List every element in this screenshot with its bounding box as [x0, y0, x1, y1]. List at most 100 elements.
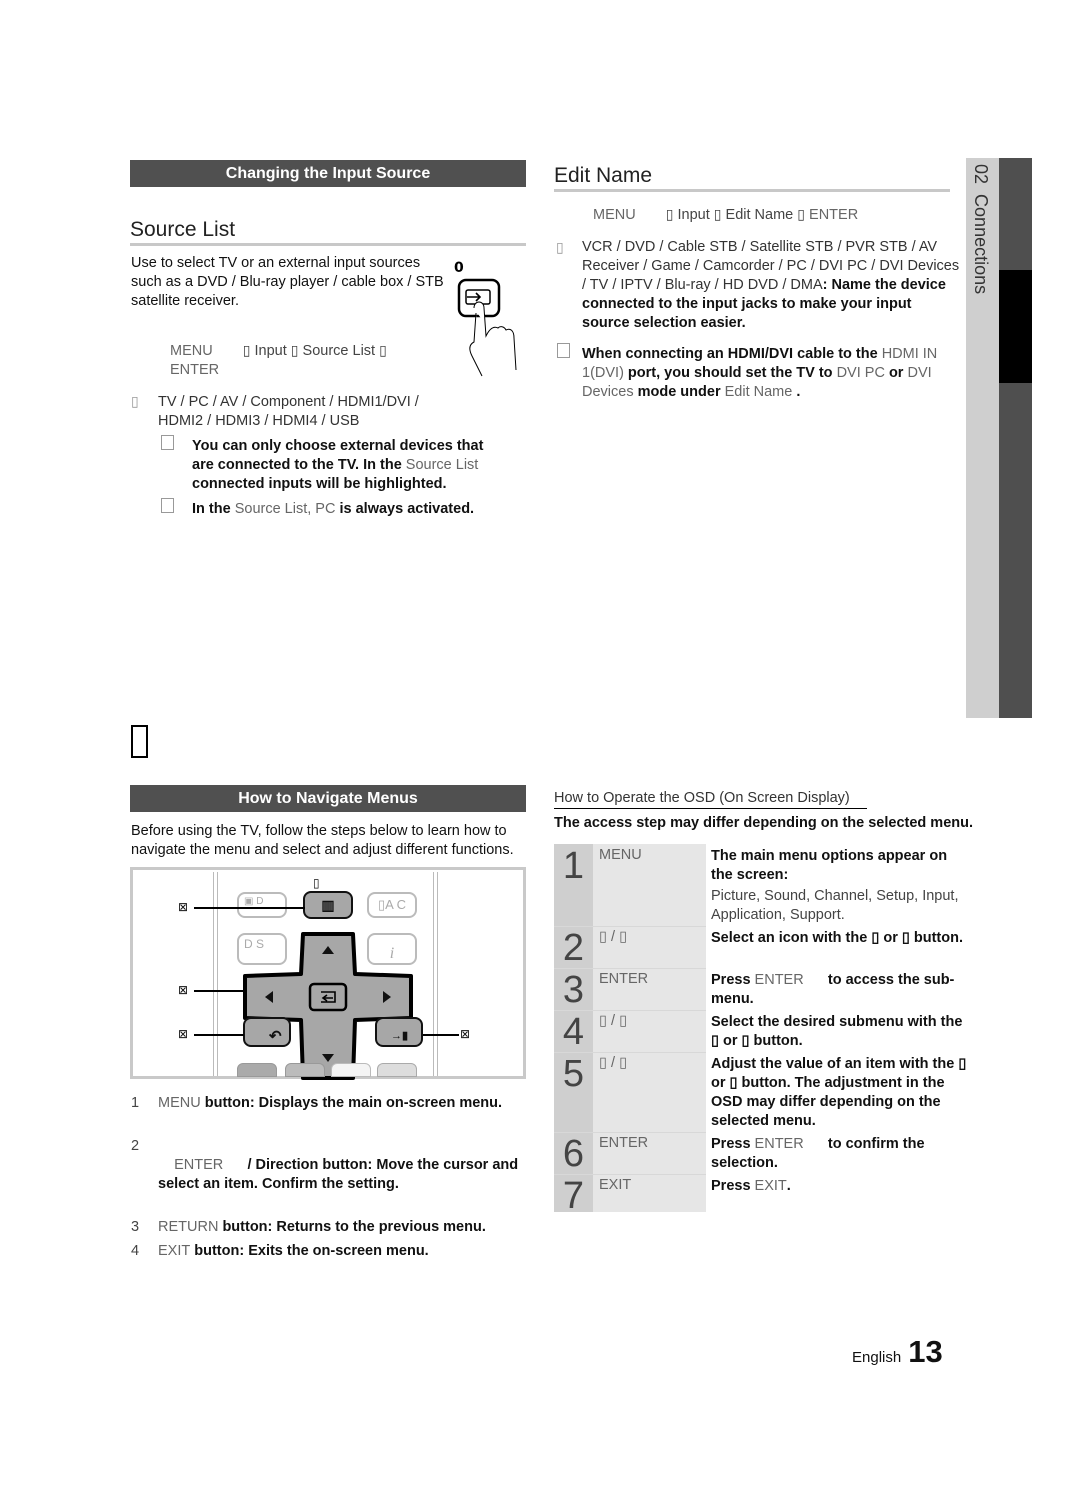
osd-step-description: Press EXIT.: [711, 1177, 971, 1196]
enter-button: [308, 982, 348, 1012]
source-list-menu-path: MENU ▯ Input ▯ Source List ▯ ENTER: [170, 341, 430, 380]
osd-row-divider: [554, 1052, 706, 1053]
source-list-intro: Use to select TV or an external input so…: [131, 255, 444, 309]
osd-step-key: ENTER: [599, 1135, 649, 1151]
list-text: button: Exits the on-screen menu.: [190, 1243, 429, 1259]
remote-green-button: [285, 1063, 325, 1077]
section-bar-changing-input: Changing the Input Source: [130, 160, 526, 187]
osd-step-term: EXIT: [754, 1178, 787, 1194]
list-number: 4: [131, 1243, 140, 1259]
remote-menu-button[interactable]: ▥: [303, 891, 353, 919]
path-source-list: Source List: [302, 343, 376, 359]
path-enter: ENTER: [809, 207, 859, 223]
callout-3-marker: ⊠: [178, 1027, 189, 1041]
osd-step-description: The main menu options appear on the scre…: [711, 847, 971, 925]
osd-step-text: Press ENTER to access the sub-menu.: [711, 971, 971, 1009]
osd-step-row: 5 ▯ / ▯ Adjust the value of an item with t…: [554, 1052, 974, 1132]
note-text: mode under: [633, 384, 725, 400]
heading-rule: [130, 243, 526, 246]
bullet-icon: ▯: [556, 239, 564, 255]
note-term: DVI PC: [836, 365, 885, 381]
osd-intro: The access step may differ depending on …: [554, 815, 974, 831]
path-separator-icon: ▯: [290, 342, 299, 358]
note-text: .: [792, 384, 801, 400]
osd-step-number: 2: [562, 927, 585, 969]
osd-step-number: 5: [562, 1053, 585, 1095]
path-separator-icon: ▯: [713, 206, 722, 222]
osd-step-text: Press ENTER to confirm the selection.: [711, 1135, 971, 1173]
note-term: Source List, PC: [234, 501, 336, 517]
chapter-tab-active: [999, 270, 1032, 383]
source-options-list: TV / PC / AV / Component / HDMI1/DVI / H…: [158, 393, 419, 431]
note-text: When connecting an HDMI/DVI cable to the: [582, 346, 882, 362]
remote-top-glyph: ▯: [313, 876, 320, 890]
osd-step-row: 1 MENU The main menu options appear on the…: [554, 844, 974, 926]
list-number: 2: [131, 1138, 140, 1154]
osd-step-subtext: Picture, Sound, Channel, Setup, Input, A…: [711, 888, 959, 923]
source-options-line1: TV / PC / AV / Component / HDMI1/DVI /: [158, 394, 419, 410]
callout-2-marker: ⊠: [178, 983, 189, 997]
source-button-hand-illustration: 0: [454, 260, 517, 377]
list-item: 4 EXIT button: Exits the on-screen menu.: [131, 1242, 531, 1261]
button-description-list: 1 MENU button: Displays the main on-scre…: [131, 1094, 531, 1261]
osd-step-key: ENTER: [599, 971, 649, 987]
osd-step-row: 4 ▯ / ▯ Select the desired submenu with th…: [554, 1010, 974, 1053]
osd-step-row: 2 ▯ / ▯ Select an icon with the ▯ or ▯ but…: [554, 926, 974, 969]
list-text: button: Returns to the previous menu.: [218, 1219, 486, 1235]
list-key: EXIT: [158, 1243, 191, 1259]
osd-step-number: 6: [562, 1133, 585, 1175]
list-number: 3: [131, 1219, 140, 1235]
heading-edit-name: Edit Name: [554, 164, 653, 187]
list-item: 1 MENU button: Displays the main on-scre…: [131, 1094, 531, 1113]
list-item: 3 RETURN button: Returns to the previous…: [131, 1218, 531, 1237]
edit-name-devices: VCR / DVD / Cable STB / Satellite STB / …: [582, 238, 960, 333]
note-icon: [161, 498, 174, 513]
osd-row-divider: [554, 1132, 706, 1133]
callout-4-line: [423, 1034, 459, 1036]
path-menu: MENU: [593, 207, 636, 223]
osd-step-key: EXIT: [599, 1177, 632, 1193]
note-text: is always activated.: [335, 501, 475, 517]
page-footer: English 13: [852, 1334, 943, 1370]
osd-step-text: Select the desired submenu with the ▯ or…: [711, 1014, 963, 1049]
osd-step-text: The main menu options appear on the scre…: [711, 848, 948, 883]
remote-exit-button[interactable]: →▮: [375, 1017, 423, 1047]
osd-step-key: ▯ / ▯: [599, 1013, 628, 1029]
osd-step-description: Select an icon with the ▯ or ▯ button.: [711, 929, 971, 948]
note-text: port, you should set the TV to: [623, 365, 837, 381]
osd-step-description: Adjust the value of an item with the ▯ o…: [711, 1055, 971, 1131]
osd-subheading: How to Operate the OSD (On Screen Displa…: [554, 790, 867, 809]
navigate-intro: Before using the TV, follow the steps be…: [131, 823, 514, 858]
note-external-devices: You can only choose external devices tha…: [192, 437, 502, 494]
edit-name-menu-path: MENU ▯ Input ▯ Edit Name ▯ ENTER: [593, 206, 858, 223]
osd-step-number: 4: [562, 1011, 585, 1053]
osd-row-divider: [554, 968, 706, 969]
remote-blue-button: [377, 1063, 417, 1077]
remote-rail: [437, 872, 438, 1076]
remote-return-button[interactable]: ↶: [243, 1017, 291, 1047]
section-bar-navigate-menus: How to Navigate Menus: [130, 785, 526, 812]
note-icon: [161, 435, 174, 450]
osd-step-number: 1: [562, 845, 585, 887]
osd-step-text-part: .: [786, 1178, 791, 1194]
callout-2-line: [194, 990, 246, 992]
osd-step-text: Adjust the value of an item with the ▯ o…: [711, 1056, 967, 1129]
osd-step-key: MENU: [599, 847, 642, 863]
button-label: ▣ D: [244, 896, 264, 907]
osd-row-divider: [554, 926, 706, 927]
list-number: 1: [131, 1095, 140, 1111]
button-label: ▯A C: [377, 897, 407, 912]
remote-button-faded: ▣ D: [237, 892, 287, 918]
path-edit-name: Edit Name: [725, 207, 794, 223]
source-label-glyph: 0: [454, 260, 464, 276]
remote-yellow-button: [331, 1063, 371, 1077]
note-text: In the: [192, 501, 235, 517]
remote-rail: [213, 872, 214, 1076]
callout-4-marker: ⊠: [460, 1027, 471, 1041]
path-separator-icon: ▯: [242, 342, 251, 358]
path-enter: ENTER: [170, 362, 220, 378]
remote-direction-pad[interactable]: [243, 932, 413, 1080]
remote-rail: [217, 872, 218, 1076]
chapter-label: 02 Connections: [970, 164, 991, 294]
note-text: or: [884, 365, 908, 381]
